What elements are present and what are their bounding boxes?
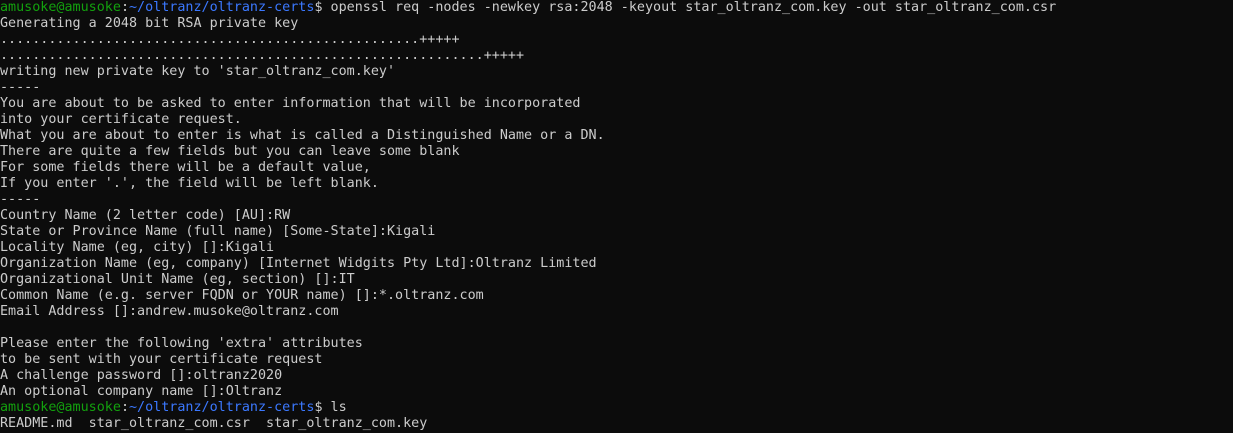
output-line: There are quite a few fields but you can… [0,144,460,159]
output-line: You are about to be asked to enter infor… [0,96,581,111]
output-line: writing new private key to 'star_oltranz… [0,64,396,79]
output-line: Organizational Unit Name (eg, section) [… [0,272,355,287]
output-line: Locality Name (eg, city) []:Kigali [0,240,275,255]
output-line: ........................................… [0,48,525,63]
output-line: Organization Name (eg, company) [Interne… [0,256,597,271]
output-line: Email Address []:andrew.musoke@oltranz.c… [0,304,339,319]
output-line: ----- [0,80,41,95]
prompt-colon: : [120,400,129,415]
output-line: to be sent with your certificate request [0,352,323,367]
prompt-symbol: $ [314,400,323,415]
terminal-window[interactable]: amusoke@amusoke:~/oltranz/oltranz-certs$… [0,0,1233,433]
output-line: State or Province Name (full name) [Some… [0,224,436,239]
command-line-openssl: amusoke@amusoke:~/oltranz/oltranz-certs$… [0,0,1233,16]
command-line-ls: amusoke@amusoke:~/oltranz/oltranz-certs$… [0,400,1233,416]
command-text: openssl req -nodes -newkey rsa:2048 -key… [322,0,1057,15]
output-line: What you are about to enter is what is c… [0,128,605,143]
ls-output-line: README.md star_oltranz_com.csr star_oltr… [0,416,428,431]
output-line: A challenge password []:oltranz2020 [0,368,283,383]
output-line: Generating a 2048 bit RSA private key [0,16,299,31]
command-text: ls [322,400,347,415]
output-line: ----- [0,192,41,207]
output-line: Common Name (e.g. server FQDN or YOUR na… [0,288,484,303]
prompt-user-host: amusoke@amusoke [0,0,121,15]
output-line: If you enter '.', the field will be left… [0,176,379,191]
output-line: Country Name (2 letter code) [AU]:RW [0,208,291,223]
output-line: ........................................… [0,32,460,47]
output-line: Please enter the following 'extra' attri… [0,336,363,351]
output-line: into your certificate request. [0,112,242,127]
output-line: An optional company name []:Oltranz [0,384,283,399]
prompt-symbol: $ [314,0,323,15]
output-line: For some fields there will be a default … [0,160,371,175]
prompt-user-host: amusoke@amusoke [0,400,121,415]
prompt-path: ~/oltranz/oltranz-certs [129,0,315,15]
prompt-path: ~/oltranz/oltranz-certs [129,400,315,415]
prompt-colon: : [120,0,129,15]
